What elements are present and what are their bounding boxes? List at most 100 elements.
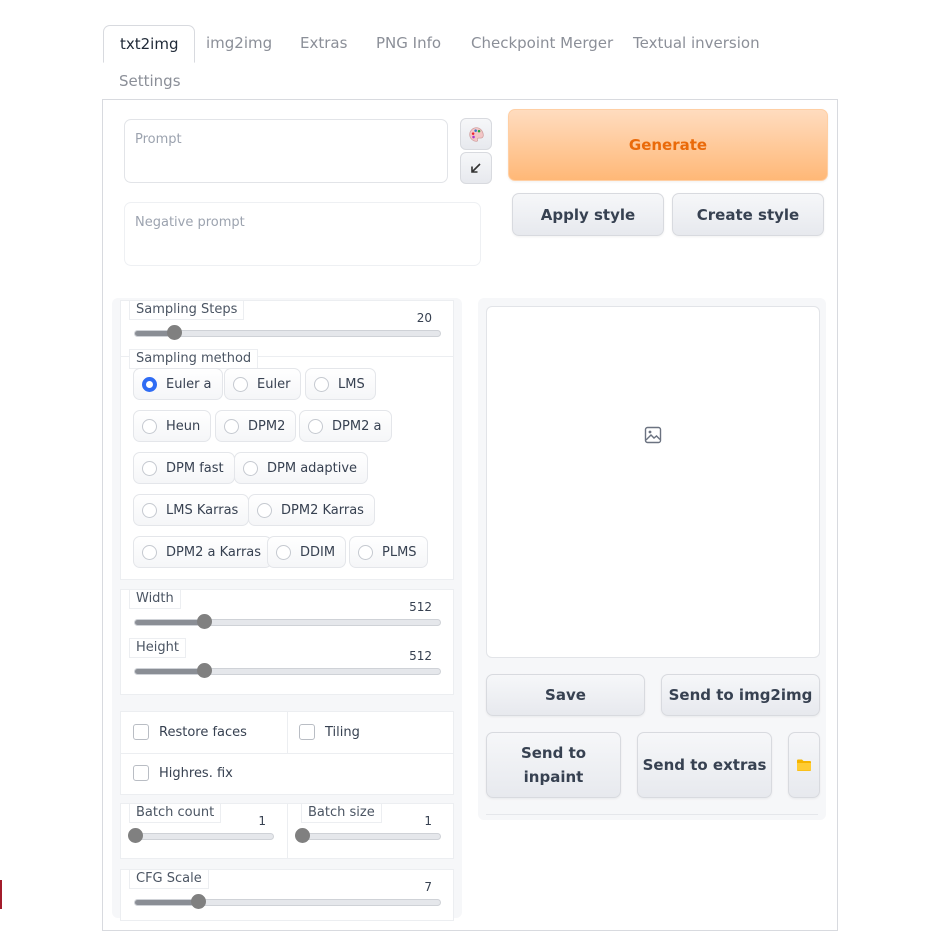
create-style-button[interactable]: Create style [672,193,824,236]
batch-count-slider[interactable] [128,828,274,843]
divider [287,804,288,858]
radio-label: DPM2 a Karras [166,544,262,560]
batch-size-value[interactable]: 1 [392,814,432,828]
batch-size-slider[interactable] [295,828,441,843]
paste-params-button[interactable] [460,152,492,184]
palette-button[interactable] [460,118,492,150]
radio-ddim[interactable]: DDIM [267,536,347,568]
window-edge [0,880,2,909]
radio-dot [142,376,157,392]
sampling-steps-slider[interactable] [134,325,441,340]
checkbox-label: Highres. fix [159,765,233,781]
slider-thumb[interactable] [196,614,212,629]
radio-lms-karras[interactable]: LMS Karras [133,494,250,526]
tab-checkpoint-merger[interactable]: Checkpoint Merger [455,25,629,61]
radio-euler[interactable]: Euler [224,368,302,400]
radio-dot [308,418,323,434]
negative-prompt-input[interactable]: Negative prompt [124,202,481,266]
image-icon [644,426,662,444]
cfg-scale-label: CFG Scale [129,869,209,889]
restore-faces-checkbox[interactable]: Restore faces [133,724,247,740]
radio-dot [276,544,291,560]
radio-label: PLMS [382,544,417,560]
batch-group: Batch count 1 Batch size 1 [120,803,454,859]
tab-txt2img[interactable]: txt2img [103,25,196,63]
slider-thumb[interactable] [196,663,212,678]
radio-label: Euler a [166,376,212,392]
slider-thumb[interactable] [128,828,143,843]
radio-label: DPM fast [166,460,224,476]
radio-dot [142,502,157,518]
slider-thumb[interactable] [295,828,310,843]
width-label: Width [129,589,181,609]
radio-label: Heun [166,418,201,434]
folder-icon [797,759,811,771]
tab-extras[interactable]: Extras [284,25,363,61]
divider [486,814,818,815]
radio-plms[interactable]: PLMS [349,536,428,568]
radio-dpm2-a[interactable]: DPM2 a [299,410,393,442]
checkbox-box[interactable] [299,724,315,740]
radio-label: DPM2 a [332,418,382,434]
tab-png-info[interactable]: PNG Info [360,25,457,61]
tiling-checkbox[interactable]: Tiling [299,724,360,740]
tab-settings[interactable]: Settings [103,63,197,99]
height-slider[interactable] [134,663,441,678]
open-folder-button[interactable] [788,732,820,798]
radio-dot [257,502,272,518]
radio-label: DDIM [300,544,336,560]
radio-euler-a[interactable]: Euler a [133,368,223,400]
radio-label: DPM2 [248,418,286,434]
prompt-input[interactable]: Prompt [124,119,448,183]
sampling-steps-value[interactable]: 20 [392,311,432,325]
checkbox-box[interactable] [133,765,149,781]
generate-button[interactable]: Generate [508,109,828,181]
radio-label: LMS Karras [166,502,239,518]
radio-dpm2-karras[interactable]: DPM2 Karras [248,494,375,526]
send-to-img2img-button[interactable]: Send to img2img [661,674,820,716]
palette-icon [468,126,484,142]
radio-dpm-adaptive[interactable]: DPM adaptive [234,452,369,484]
divider [121,753,453,754]
batch-count-value[interactable]: 1 [226,814,266,828]
height-value[interactable]: 512 [392,649,432,663]
radio-heun[interactable]: Heun [133,410,212,442]
highres-fix-checkbox[interactable]: Highres. fix [133,765,233,781]
cfg-group: CFG Scale 7 [120,869,454,921]
prompt-placeholder: Prompt [135,132,182,147]
radio-dot [224,418,239,434]
dimensions-group: Width 512 Height 512 [120,589,454,695]
output-image [486,306,820,658]
sampling-method-label: Sampling method [129,349,259,369]
slider-thumb[interactable] [191,894,207,909]
batch-count-label: Batch count [129,803,222,823]
width-value[interactable]: 512 [392,600,432,614]
negative-prompt-placeholder: Negative prompt [135,215,245,230]
radio-dot [142,460,157,476]
height-label: Height [129,638,186,658]
checkbox-label: Restore faces [159,724,247,740]
save-button[interactable]: Save [486,674,645,716]
radio-label: DPM2 Karras [281,502,364,518]
radio-dot [243,460,258,476]
radio-label: DPM adaptive [267,460,358,476]
radio-dot [314,376,329,392]
radio-dot [142,544,157,560]
send-to-inpaint-button[interactable]: Send to inpaint [486,732,621,798]
radio-dpm2[interactable]: DPM2 [215,410,297,442]
send-to-extras-button[interactable]: Send to extras [637,732,772,798]
checkbox-box[interactable] [133,724,149,740]
cfg-scale-slider[interactable] [134,894,441,909]
sampling-steps-label: Sampling Steps [129,300,245,320]
radio-dpm-fast[interactable]: DPM fast [133,452,235,484]
tab-textual-inversion[interactable]: Textual inversion [617,25,776,61]
slider-thumb[interactable] [166,325,182,340]
width-slider[interactable] [134,614,441,629]
batch-size-label: Batch size [301,803,382,823]
apply-style-button[interactable]: Apply style [512,193,664,236]
cfg-scale-value[interactable]: 7 [392,880,432,894]
radio-label: Euler [257,376,291,392]
tab-img2img[interactable]: img2img [190,25,288,61]
radio-lms[interactable]: LMS [305,368,376,400]
radio-dpm2-a-karras[interactable]: DPM2 a Karras [133,536,273,568]
